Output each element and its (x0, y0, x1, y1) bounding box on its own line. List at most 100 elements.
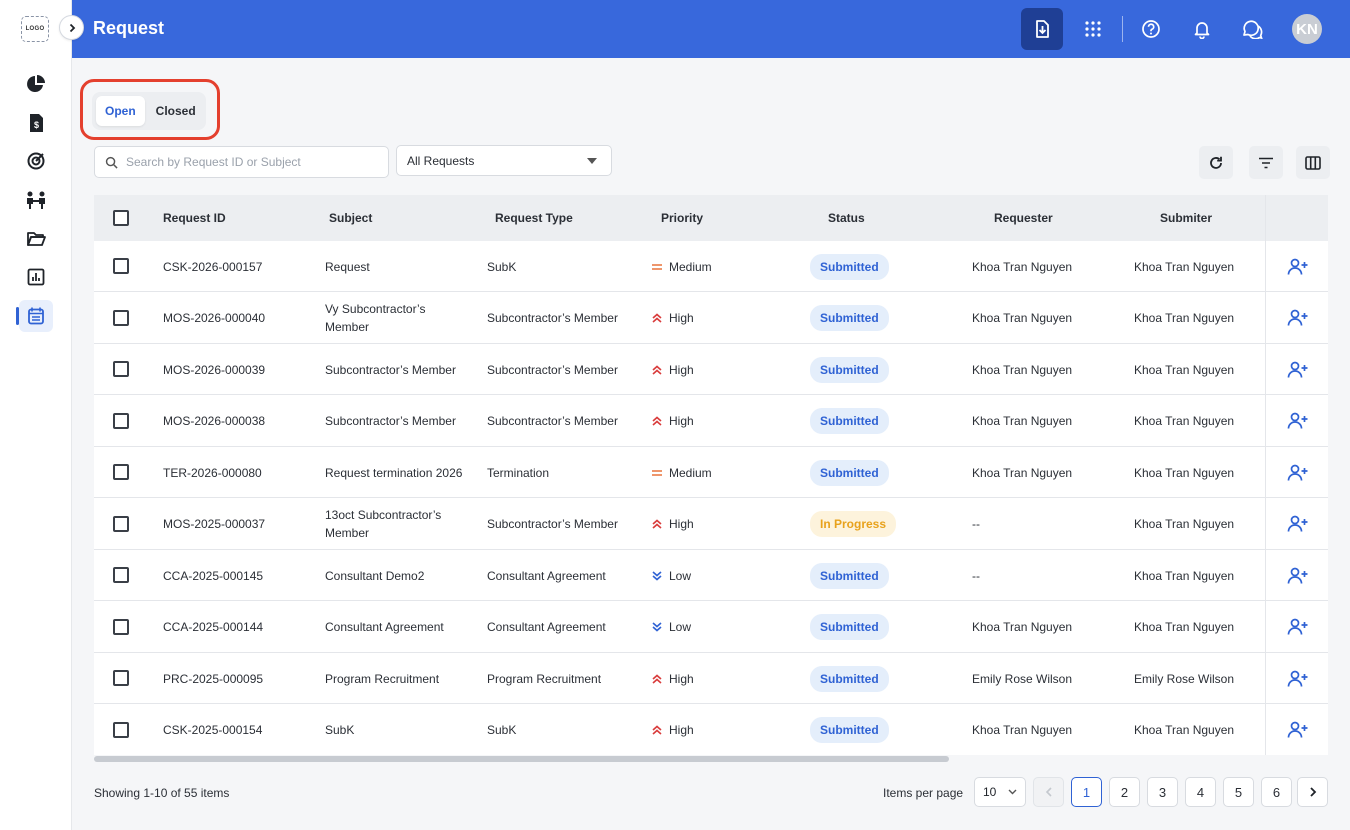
priority-cell: High (651, 344, 694, 395)
filter-button[interactable] (1249, 146, 1283, 179)
row-checkbox[interactable] (113, 258, 129, 274)
assign-user-button[interactable] (1287, 550, 1309, 601)
assign-user-button[interactable] (1287, 653, 1309, 704)
table-row[interactable]: CSK-2026-000157 Request SubK Medium Submitte… (94, 241, 1328, 292)
row-checkbox[interactable] (113, 670, 129, 686)
status-badge: Submitted (810, 665, 889, 692)
column-header-status[interactable]: Status (828, 195, 865, 241)
help-button[interactable] (1130, 8, 1172, 50)
row-checkbox[interactable] (113, 309, 129, 326)
table-row[interactable]: MOS-2026-000038 Subcontractor’s Member Sub… (94, 395, 1328, 447)
assign-user-button[interactable] (1287, 602, 1309, 653)
request-filter-value: All Requests (407, 153, 475, 168)
table-row[interactable]: TER-2026-000080 Request termination 2026 T… (94, 447, 1328, 498)
pagination-page-6[interactable]: 6 (1261, 777, 1292, 807)
row-checkbox[interactable] (113, 721, 129, 738)
status-cell: Submitted (810, 705, 889, 756)
status-cell: Submitted (810, 396, 889, 447)
table-row[interactable]: PRC-2025-000095 Program Recruitment Progra… (94, 653, 1328, 704)
column-header-subject[interactable]: Subject (329, 195, 372, 241)
column-header-priority[interactable]: Priority (661, 195, 703, 241)
pagination-page-3[interactable]: 3 (1147, 777, 1178, 807)
request-id-cell[interactable]: MOS-2026-000039 (163, 344, 313, 395)
request-type-cell: Subcontractor’s Member (487, 414, 618, 428)
columns-button[interactable] (1296, 146, 1330, 179)
request-id-cell[interactable]: CSK-2026-000157 (163, 241, 313, 292)
items-per-page-select[interactable]: 10 (974, 777, 1026, 807)
assign-user-button[interactable] (1287, 447, 1309, 498)
priority-cell: High (651, 705, 694, 756)
assign-user-button[interactable] (1287, 705, 1309, 756)
priority-cell: Low (651, 602, 691, 653)
submitter-cell: Khoa Tran Nguyen (1134, 259, 1235, 274)
search-input[interactable] (126, 155, 376, 169)
row-checkbox[interactable] (113, 567, 129, 583)
sidebar-collapse-button[interactable] (59, 15, 84, 40)
sidebar-item-requests[interactable] (19, 300, 53, 332)
pagination-next-button[interactable] (1297, 777, 1328, 807)
table-row[interactable]: MOS-2025-000037 13oct Subcontractor’s Mem… (94, 498, 1328, 550)
add-user-icon (1287, 721, 1308, 738)
priority-cell: Medium (651, 447, 712, 498)
assign-user-button[interactable] (1287, 344, 1309, 395)
scrollbar-thumb[interactable] (94, 756, 949, 762)
request-id-cell[interactable]: CCA-2025-000144 (163, 602, 313, 653)
sidebar-item-dashboard[interactable] (19, 68, 53, 100)
submitter-cell: Khoa Tran Nguyen (1134, 362, 1235, 377)
apps-button[interactable] (1072, 8, 1114, 50)
table-row[interactable]: CCA-2025-000145 Consultant Demo2 Consultan… (94, 550, 1328, 601)
notifications-button[interactable] (1181, 8, 1223, 50)
row-checkbox[interactable] (113, 464, 129, 480)
pagination-page-4[interactable]: 4 (1185, 777, 1216, 807)
table-row[interactable]: MOS-2026-000039 Subcontractor’s Member Sub… (94, 344, 1328, 395)
row-checkbox[interactable] (113, 618, 129, 635)
column-header-request-id[interactable]: Request ID (163, 195, 226, 241)
pagination-page-2[interactable]: 2 (1109, 777, 1140, 807)
row-checkbox[interactable] (113, 412, 129, 429)
table-row[interactable]: MOS-2026-000040 Vy Subcontractor’s Member… (94, 292, 1328, 344)
sidebar-item-people[interactable] (19, 184, 53, 216)
sidebar-item-goals[interactable] (19, 145, 53, 177)
column-header-submitter[interactable]: Submiter (1160, 195, 1212, 241)
assign-user-button[interactable] (1287, 293, 1309, 344)
pagination-prev-button[interactable] (1033, 777, 1064, 807)
row-checkbox[interactable] (113, 361, 129, 377)
column-header-requester[interactable]: Requester (994, 195, 1053, 241)
assign-user-button[interactable] (1287, 499, 1309, 550)
priority-label: Medium (669, 259, 712, 274)
sidebar-item-reports[interactable] (19, 261, 53, 293)
add-user-icon (1287, 567, 1308, 584)
pagination-page-5[interactable]: 5 (1223, 777, 1254, 807)
sidebar-item-invoices[interactable]: $ (19, 107, 53, 139)
table-horizontal-scrollbar[interactable] (94, 755, 1328, 763)
request-id-cell[interactable]: CCA-2025-000145 (163, 550, 313, 601)
request-id-cell[interactable]: MOS-2025-000037 (163, 499, 313, 550)
invoice-icon: $ (30, 114, 43, 132)
request-type-cell: Subcontractor’s Member (487, 311, 618, 325)
pagination-page-1[interactable]: 1 (1071, 777, 1102, 807)
subject-cell: Request (325, 259, 370, 274)
sidebar-item-folders[interactable] (19, 223, 53, 255)
submitter-cell: Khoa Tran Nguyen (1134, 311, 1235, 325)
user-avatar[interactable]: KN (1292, 14, 1322, 44)
table-row[interactable]: CCA-2025-000144 Consultant Agreement Consu… (94, 601, 1328, 653)
priority-high-icon (652, 416, 662, 426)
request-filter-select[interactable]: All Requests (396, 145, 612, 176)
assign-user-button[interactable] (1287, 396, 1309, 447)
select-all-checkbox[interactable] (113, 210, 129, 226)
column-header-request-type[interactable]: Request Type (495, 195, 573, 241)
row-checkbox[interactable] (113, 515, 129, 532)
request-type-cell: Consultant Agreement (487, 568, 606, 583)
assign-user-button[interactable] (1287, 241, 1309, 292)
request-id-cell[interactable]: CSK-2025-000154 (163, 705, 313, 756)
chat-button[interactable] (1231, 8, 1273, 50)
download-button[interactable] (1021, 8, 1063, 50)
request-id-cell[interactable]: PRC-2025-000095 (163, 653, 313, 704)
table-row[interactable]: CSK-2025-000154 SubK SubK High Submitted Khoa… (94, 704, 1328, 756)
request-type-cell: Termination (487, 465, 550, 480)
status-badge: Submitted (810, 459, 889, 486)
request-id-cell[interactable]: MOS-2026-000040 (163, 293, 313, 344)
refresh-button[interactable] (1199, 146, 1233, 179)
request-id-cell[interactable]: MOS-2026-000038 (163, 396, 313, 447)
request-id-cell[interactable]: TER-2026-000080 (163, 447, 313, 498)
